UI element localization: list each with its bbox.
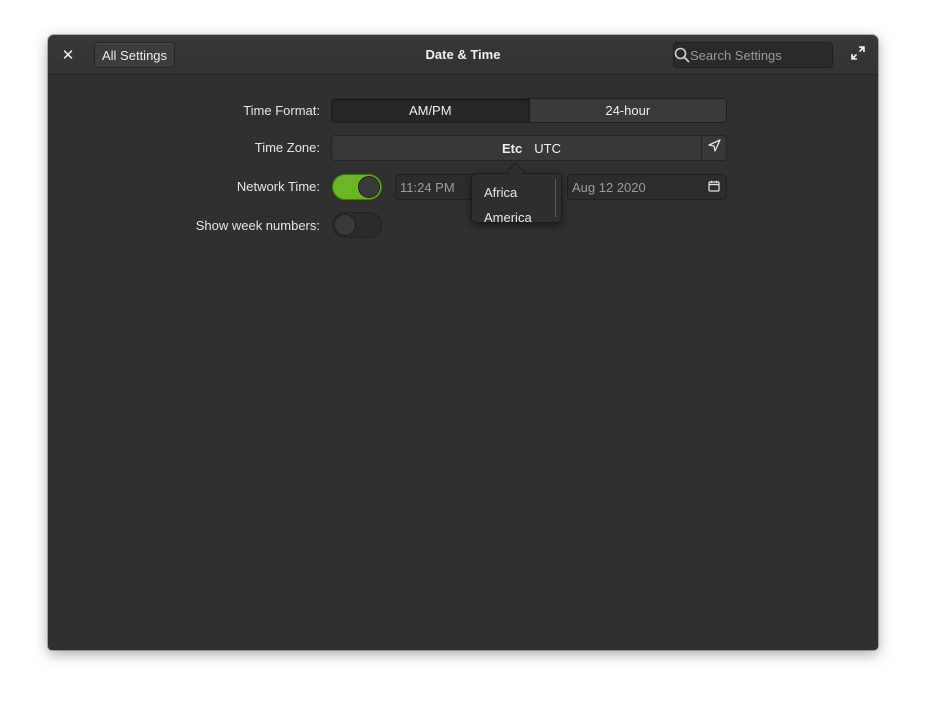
all-settings-button[interactable]: All Settings bbox=[94, 42, 176, 68]
settings-window: ✕ All Settings Date & Time Search Settin… bbox=[48, 35, 878, 650]
search-box[interactable] bbox=[673, 42, 866, 68]
search-icon bbox=[674, 43, 690, 67]
time-format-label: Time Format: bbox=[243, 103, 320, 118]
week-numbers-label: Show week numbers: bbox=[195, 218, 320, 233]
time-format-switcher: AM/PM 24-hour bbox=[331, 98, 727, 123]
popover-scrollbar[interactable] bbox=[555, 179, 556, 217]
maximize-icon bbox=[851, 45, 865, 65]
maximize-button[interactable] bbox=[848, 45, 868, 65]
switch-knob bbox=[358, 176, 380, 198]
date-value: Aug 12 2020 bbox=[572, 179, 646, 195]
calendar-icon[interactable] bbox=[708, 180, 720, 195]
popover-item-america[interactable]: America bbox=[472, 205, 561, 222]
location-arrow-icon bbox=[707, 139, 721, 157]
time-zone-picker[interactable]: Etc UTC bbox=[332, 136, 701, 160]
locate-button[interactable] bbox=[701, 136, 726, 160]
network-time-switch[interactable] bbox=[332, 174, 382, 200]
switch-knob bbox=[334, 214, 356, 236]
close-icon: ✕ bbox=[61, 47, 75, 64]
time-zone-city: UTC bbox=[534, 140, 561, 156]
time-zone-region: Etc bbox=[502, 140, 523, 156]
close-button[interactable]: ✕ bbox=[58, 43, 78, 67]
week-numbers-switch[interactable] bbox=[332, 212, 382, 238]
popover-item-africa[interactable]: Africa bbox=[472, 180, 561, 205]
time-format-24hour[interactable]: 24-hour bbox=[528, 99, 726, 122]
time-format-ampm[interactable]: AM/PM bbox=[332, 99, 529, 122]
time-value: 11:24 PM bbox=[400, 179, 455, 195]
all-settings-label: All Settings bbox=[102, 47, 168, 63]
search-input[interactable] bbox=[690, 47, 866, 63]
network-time-label: Network Time: bbox=[236, 179, 320, 194]
time-zone-button[interactable]: Etc UTC bbox=[331, 135, 727, 161]
time-zone-label: Time Zone: bbox=[254, 140, 320, 155]
time-zone-popover: Africa America bbox=[471, 173, 562, 223]
date-field[interactable]: Aug 12 2020 bbox=[567, 174, 727, 200]
headerbar: ✕ All Settings Date & Time bbox=[48, 35, 878, 75]
